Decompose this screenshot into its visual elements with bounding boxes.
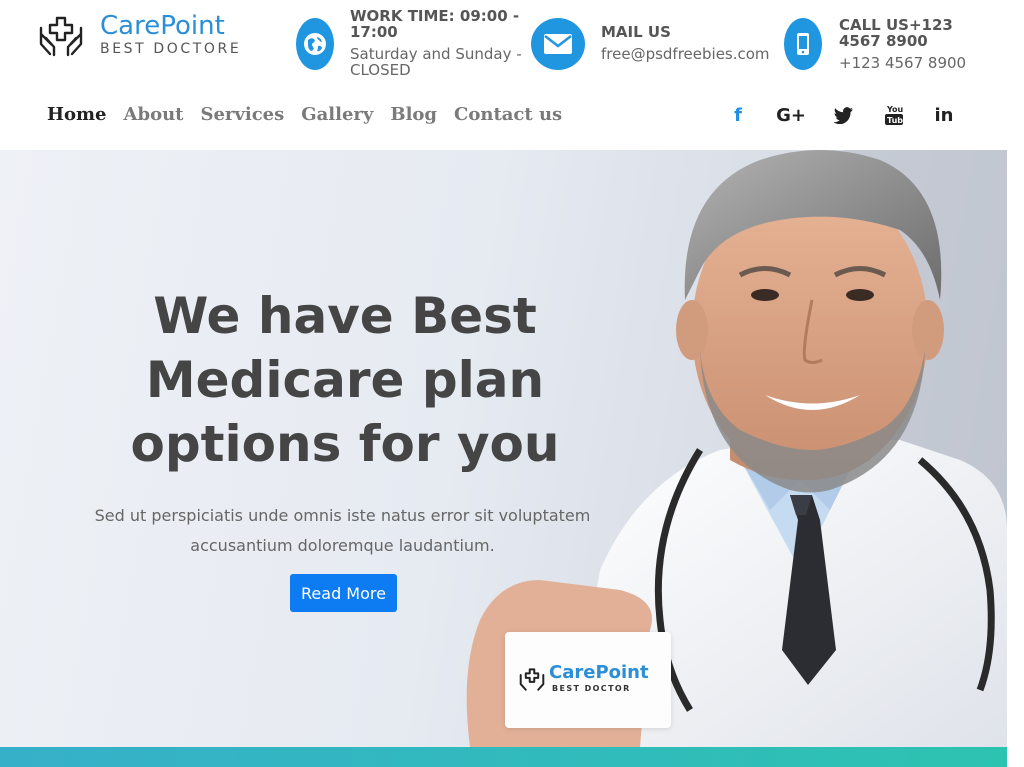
work-time-detail: Saturday and Sunday - CLOSED: [350, 45, 522, 79]
work-time-info: WORK TIME: 09:00 - 17:00 Saturday and Su…: [296, 8, 526, 84]
hero-text: Sed ut perspiciatis unde omnis iste natu…: [94, 506, 591, 555]
globe-icon: [296, 18, 334, 70]
hero-title: We have Best Medicare plan options for y…: [130, 287, 560, 473]
work-time-title: WORK TIME: 09:00 - 17:00: [350, 7, 520, 41]
hands-cross-logo-icon: [39, 16, 83, 57]
mail-address[interactable]: free@psdfreebies.com: [601, 46, 770, 62]
google-plus-icon[interactable]: G+: [776, 103, 806, 127]
phone-icon: [784, 18, 822, 70]
nav-gallery[interactable]: Gallery: [301, 102, 373, 128]
youtube-icon[interactable]: You Tube: [882, 103, 906, 127]
card-name-part1: Care: [549, 662, 596, 683]
card-logo-icon: [519, 668, 545, 691]
read-more-button[interactable]: Read More: [290, 574, 397, 612]
nav-contact[interactable]: Contact us: [454, 102, 562, 128]
main-nav: Home About Services Gallery Blog Contact…: [47, 102, 562, 128]
svg-text:You: You: [886, 105, 903, 114]
call-number[interactable]: +123 4567 8900: [839, 55, 999, 71]
svg-text:Tube: Tube: [887, 116, 903, 125]
business-card: CarePoint BEST DOCTOR: [505, 632, 671, 728]
logo-name-part2: Point: [160, 11, 225, 41]
mail-title: MAIL US: [601, 23, 671, 41]
nav-about[interactable]: About: [124, 102, 184, 128]
nav-home[interactable]: Home: [47, 102, 107, 128]
hero-banner: We have Best Medicare plan options for y…: [0, 150, 1007, 747]
logo-tagline: BEST DOCTORE: [100, 41, 242, 57]
nav-services[interactable]: Services: [200, 102, 284, 128]
mail-info: MAIL US free@psdfreebies.com: [531, 8, 781, 84]
card-tagline: BEST DOCTOR: [552, 684, 631, 693]
logo-name-part1: Care: [100, 11, 161, 41]
social-links: f G+ You Tube in: [726, 103, 956, 127]
call-info: CALL US+123 4567 8900 +123 4567 8900: [784, 8, 1004, 84]
envelope-icon: [531, 18, 585, 70]
site-logo[interactable]: CarePoint BEST DOCTORE: [38, 10, 258, 60]
twitter-icon[interactable]: [832, 103, 856, 127]
facebook-icon[interactable]: f: [726, 103, 750, 127]
bottom-gradient-strip: [0, 747, 1007, 767]
card-name-part2: Point: [595, 662, 649, 683]
call-title: CALL US+123 4567 8900: [839, 16, 953, 50]
linkedin-icon[interactable]: in: [932, 103, 956, 127]
logo-name: CarePoint: [100, 10, 225, 42]
nav-blog[interactable]: Blog: [390, 102, 437, 128]
card-brand-name: CarePoint: [549, 662, 649, 683]
